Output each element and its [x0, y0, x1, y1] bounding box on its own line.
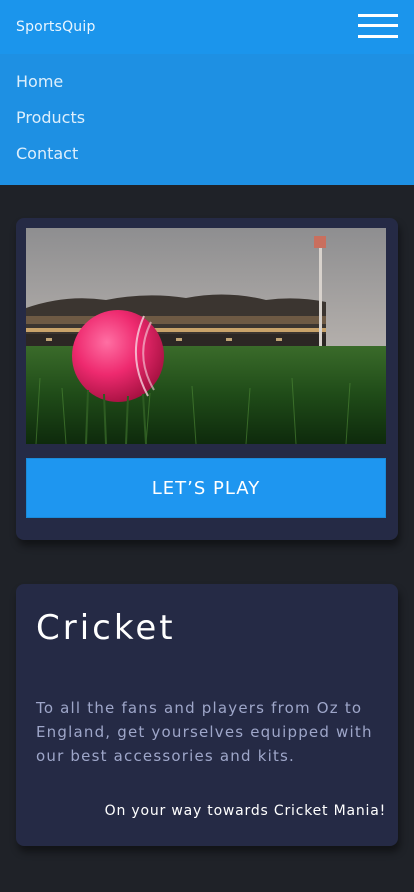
- nav-item-products[interactable]: Products: [16, 108, 85, 127]
- card-title: Cricket: [36, 608, 176, 648]
- page: SportsQuip Home Products Contact LET’S P…: [0, 0, 414, 892]
- brand-logo[interactable]: SportsQuip: [16, 19, 96, 35]
- nav-menu: Home Products Contact: [0, 54, 414, 185]
- cricket-ball-image: [26, 228, 386, 444]
- hamburger-menu-icon[interactable]: [358, 14, 398, 38]
- hamburger-line: [358, 14, 398, 17]
- hamburger-line: [358, 35, 398, 38]
- hamburger-line: [358, 24, 398, 27]
- nav-item-home[interactable]: Home: [16, 72, 63, 91]
- hero-card: LET’S PLAY: [16, 218, 398, 540]
- top-header: SportsQuip: [0, 0, 414, 54]
- card-description: To all the fans and players from Oz to E…: [36, 699, 373, 765]
- card-tagline: On your way towards Cricket Mania!: [104, 803, 386, 819]
- info-card: Cricket To all the fans and players from…: [16, 584, 398, 846]
- nav-item-contact[interactable]: Contact: [16, 144, 78, 163]
- lets-play-button[interactable]: LET’S PLAY: [26, 458, 386, 518]
